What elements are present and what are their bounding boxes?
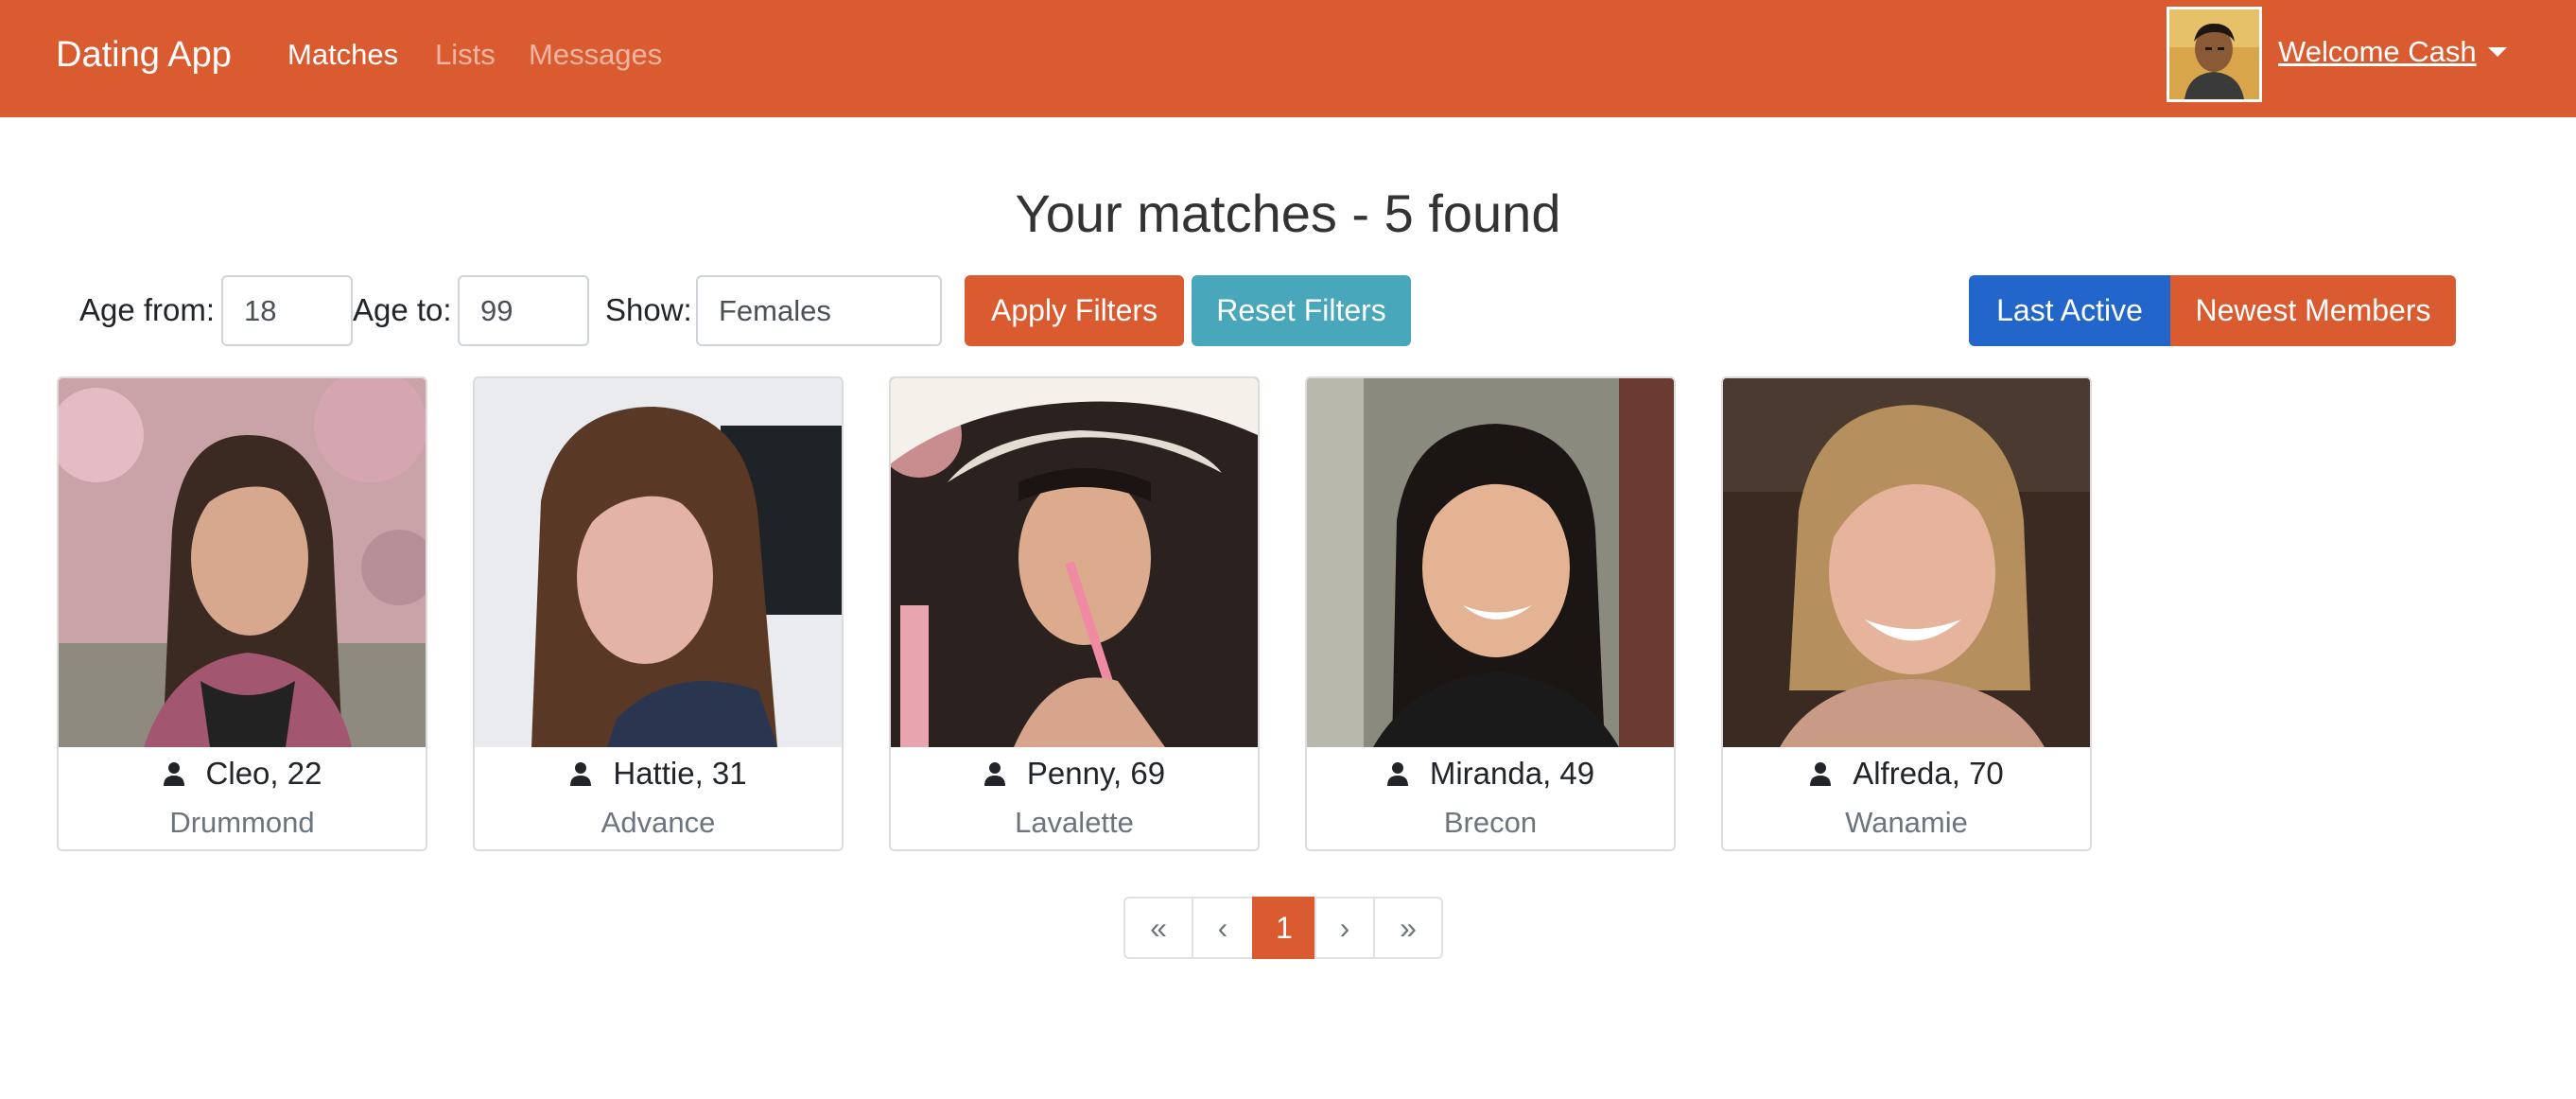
reset-filters-button[interactable]: Reset Filters bbox=[1192, 275, 1411, 346]
member-photo[interactable] bbox=[891, 378, 1258, 747]
gender-select[interactable]: Females bbox=[696, 275, 942, 346]
age-to-label: Age to: bbox=[353, 292, 452, 327]
member-card[interactable]: Penny, 69 Lavalette bbox=[889, 376, 1260, 851]
member-photo-image bbox=[891, 378, 1258, 747]
member-photo-image bbox=[59, 378, 426, 747]
user-icon bbox=[1810, 762, 1832, 786]
member-city: Advance bbox=[600, 806, 716, 839]
member-photo-image bbox=[475, 378, 842, 747]
sort-newest-members-button[interactable]: Newest Members bbox=[2170, 275, 2456, 346]
member-card[interactable]: Cleo, 22 Drummond bbox=[57, 376, 427, 851]
pagination-prev-button[interactable]: ‹ bbox=[1192, 897, 1254, 959]
avatar-photo bbox=[2169, 9, 2259, 99]
member-name-age: Penny, 69 bbox=[891, 752, 1258, 795]
pagination: « ‹ 1 › » bbox=[1123, 897, 1443, 959]
age-to-input[interactable] bbox=[458, 275, 589, 346]
pagination-page-1[interactable]: 1 bbox=[1252, 897, 1316, 959]
nav-link-matches[interactable]: Matches bbox=[287, 34, 398, 76]
pagination-last-button[interactable]: » bbox=[1373, 897, 1443, 959]
welcome-dropdown-toggle[interactable]: Welcome Cash bbox=[2278, 31, 2477, 73]
member-photo[interactable] bbox=[1307, 378, 1674, 747]
pagination-next-button[interactable]: › bbox=[1314, 897, 1375, 959]
nav-link-messages[interactable]: Messages bbox=[529, 34, 662, 76]
member-city: Lavalette bbox=[1015, 806, 1134, 839]
member-name-text: Penny, 69 bbox=[1026, 756, 1166, 791]
member-city: Wanamie bbox=[1845, 806, 1968, 839]
member-photo-image bbox=[1307, 378, 1674, 747]
age-from-input[interactable] bbox=[221, 275, 353, 346]
age-from-label: Age from: bbox=[79, 292, 216, 327]
sort-last-active-button[interactable]: Last Active bbox=[1969, 275, 2170, 346]
member-card[interactable]: Miranda, 49 Brecon bbox=[1305, 376, 1676, 851]
pagination-first-button[interactable]: « bbox=[1123, 897, 1193, 959]
caret-down-icon[interactable] bbox=[2488, 47, 2507, 57]
member-name-age: Alfreda, 70 bbox=[1723, 752, 2090, 795]
user-icon bbox=[570, 762, 592, 786]
member-name-text: Alfreda, 70 bbox=[1853, 756, 2004, 791]
user-icon bbox=[983, 762, 1005, 786]
user-icon bbox=[1386, 762, 1408, 786]
member-name-age: Cleo, 22 bbox=[59, 752, 426, 795]
user-icon bbox=[163, 762, 184, 786]
member-card[interactable]: Hattie, 31 Advance bbox=[473, 376, 844, 851]
member-photo[interactable] bbox=[475, 378, 842, 747]
member-name-text: Cleo, 22 bbox=[205, 756, 322, 791]
member-name-text: Hattie, 31 bbox=[613, 756, 747, 791]
nav-link-lists[interactable]: Lists bbox=[435, 34, 496, 76]
member-city: Brecon bbox=[1443, 806, 1538, 839]
apply-filters-button[interactable]: Apply Filters bbox=[965, 275, 1184, 346]
member-name-age: Hattie, 31 bbox=[475, 752, 842, 795]
member-photo[interactable] bbox=[59, 378, 426, 747]
member-card[interactable]: Alfreda, 70 Wanamie bbox=[1721, 376, 2092, 851]
page-title: Your matches - 5 found bbox=[1015, 183, 1561, 243]
member-city: Drummond bbox=[169, 806, 315, 839]
member-name-age: Miranda, 49 bbox=[1307, 752, 1674, 795]
member-name-text: Miranda, 49 bbox=[1429, 756, 1595, 791]
top-navbar: Dating App Matches Lists Messages Welcom… bbox=[0, 0, 2576, 117]
member-photo[interactable] bbox=[1723, 378, 2090, 747]
brand-link[interactable]: Dating App bbox=[56, 28, 232, 81]
user-avatar bbox=[2167, 7, 2262, 102]
show-label: Show: bbox=[605, 292, 692, 327]
member-photo-image bbox=[1723, 378, 2090, 747]
